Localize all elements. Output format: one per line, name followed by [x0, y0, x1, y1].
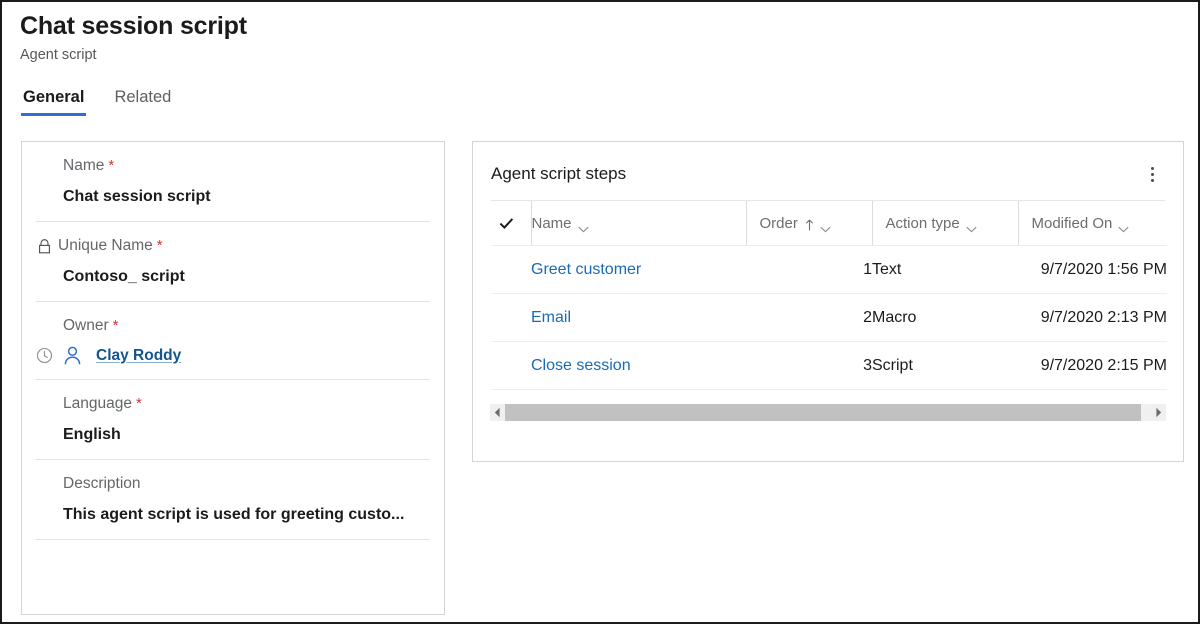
agent-script-steps-table: Name Order — [491, 201, 1167, 390]
table-header-row: Name Order — [491, 201, 1167, 246]
owner-link[interactable]: Clay Roddy — [96, 346, 181, 366]
page-title: Chat session script — [20, 10, 247, 42]
field-name-label-text: Name — [63, 156, 104, 176]
field-description-value[interactable]: This agent script is used for greeting c… — [36, 504, 430, 526]
grid-scroll-region: Name Order — [473, 201, 1183, 390]
field-owner-label-text: Owner — [63, 316, 109, 336]
row-name-link[interactable]: Greet customer — [531, 261, 641, 278]
field-unique-name-label: Unique Name * — [36, 236, 430, 256]
row-order-cell: 3 — [746, 342, 872, 390]
column-header-modified-on-label: Modified On — [1032, 215, 1113, 232]
field-owner-label: Owner * — [36, 316, 430, 336]
app-window: Chat session script Agent script General… — [0, 0, 1200, 624]
scrollbar-thumb[interactable] — [505, 404, 1141, 421]
column-header-action-type[interactable]: Action type — [872, 201, 1018, 246]
field-name-required: * — [108, 159, 114, 173]
row-select-cell[interactable] — [491, 294, 531, 342]
page-header: Chat session script Agent script — [20, 10, 247, 65]
tab-related[interactable]: Related — [112, 86, 173, 116]
row-action-type-cell: Script — [872, 342, 1018, 390]
column-header-order-label: Order — [760, 215, 798, 232]
row-action-type-cell: Macro — [872, 294, 1018, 342]
kebab-dot — [1151, 179, 1154, 182]
column-header-order[interactable]: Order — [746, 201, 872, 246]
field-owner: Owner* Clay Rodd — [36, 301, 430, 379]
kebab-dot — [1151, 173, 1154, 176]
chevron-down-icon[interactable] — [966, 220, 977, 227]
horizontal-scrollbar[interactable] — [490, 404, 1166, 421]
row-select-cell[interactable] — [491, 246, 531, 294]
scrollbar-track[interactable] — [505, 404, 1151, 421]
checkmark-icon — [499, 217, 514, 230]
person-icon — [62, 345, 83, 366]
chevron-down-icon[interactable] — [820, 220, 831, 227]
row-name-cell: Greet customer — [531, 246, 746, 294]
lock-icon — [36, 238, 53, 255]
caret-right-icon[interactable] — [1151, 404, 1166, 421]
field-language-label-text: Language — [63, 394, 132, 414]
table-row[interactable]: Greet customer 1 Text 9/7/2020 1:56 PM — [491, 246, 1167, 294]
grid-header: Agent script steps — [473, 142, 1183, 187]
field-description-label: Description — [36, 474, 430, 494]
field-unique-name-label-text: Unique Name — [58, 236, 153, 256]
field-language-value[interactable]: English — [36, 424, 430, 446]
field-name-value[interactable]: Chat session script — [36, 186, 430, 208]
row-name-cell: Close session — [531, 342, 746, 390]
field-language-required: * — [136, 397, 142, 411]
tab-related-label: Related — [114, 88, 171, 106]
row-modified-on-cell: 9/7/2020 1:56 PM — [1018, 246, 1167, 294]
sort-ascending-icon — [805, 218, 814, 230]
row-name-cell: Email — [531, 294, 746, 342]
row-action-type-cell: Text — [872, 246, 1018, 294]
chevron-down-icon[interactable] — [578, 220, 589, 227]
field-name-label: Name * — [36, 156, 430, 176]
page-subtitle: Agent script — [20, 45, 247, 65]
form-panel: Name * Chat session script Unique Name * C… — [21, 141, 445, 615]
grid-title: Agent script steps — [491, 162, 626, 186]
column-header-name-label: Name — [532, 215, 572, 232]
presence-icon — [36, 347, 53, 364]
row-order-cell: 2 — [746, 294, 872, 342]
field-description-label-text: Description — [63, 474, 141, 494]
field-language-label: Language * — [36, 394, 430, 414]
column-header-modified-on[interactable]: Modified On — [1018, 201, 1167, 246]
row-name-link[interactable]: Close session — [531, 357, 631, 374]
row-name-link[interactable]: Email — [531, 309, 571, 326]
field-description: Description This agent script is used fo… — [36, 459, 430, 540]
caret-left-icon[interactable] — [490, 404, 505, 421]
row-modified-on-cell: 9/7/2020 2:15 PM — [1018, 342, 1167, 390]
column-header-name[interactable]: Name — [531, 201, 746, 246]
field-language: Language * English — [36, 379, 430, 459]
row-modified-on-cell: 9/7/2020 2:13 PM — [1018, 294, 1167, 342]
row-order-cell: 1 — [746, 246, 872, 294]
field-name: Name * Chat session script — [36, 142, 430, 221]
owner-row: Clay Roddy — [36, 345, 430, 366]
chevron-down-icon[interactable] — [1118, 220, 1129, 227]
field-owner-required: * — [113, 319, 119, 333]
row-select-cell[interactable] — [491, 342, 531, 390]
field-unique-name: Unique Name * Contoso_ script — [36, 221, 430, 301]
form-fields: Name * Chat session script Unique Name * C… — [22, 142, 444, 540]
field-unique-name-required: * — [157, 239, 163, 253]
kebab-dot — [1151, 167, 1154, 170]
table-row[interactable]: Email 2 Macro 9/7/2020 2:13 PM — [491, 294, 1167, 342]
tab-general[interactable]: General — [21, 86, 86, 116]
tabstrip: General Related — [21, 86, 173, 116]
table-row[interactable]: Close session 3 Script 9/7/2020 2:15 PM — [491, 342, 1167, 390]
column-header-select-all[interactable] — [491, 201, 531, 246]
field-unique-name-value[interactable]: Contoso_ script — [36, 266, 430, 288]
more-vertical-icon[interactable] — [1139, 161, 1165, 187]
tab-general-label: General — [23, 88, 84, 106]
column-header-action-type-label: Action type — [886, 215, 960, 232]
